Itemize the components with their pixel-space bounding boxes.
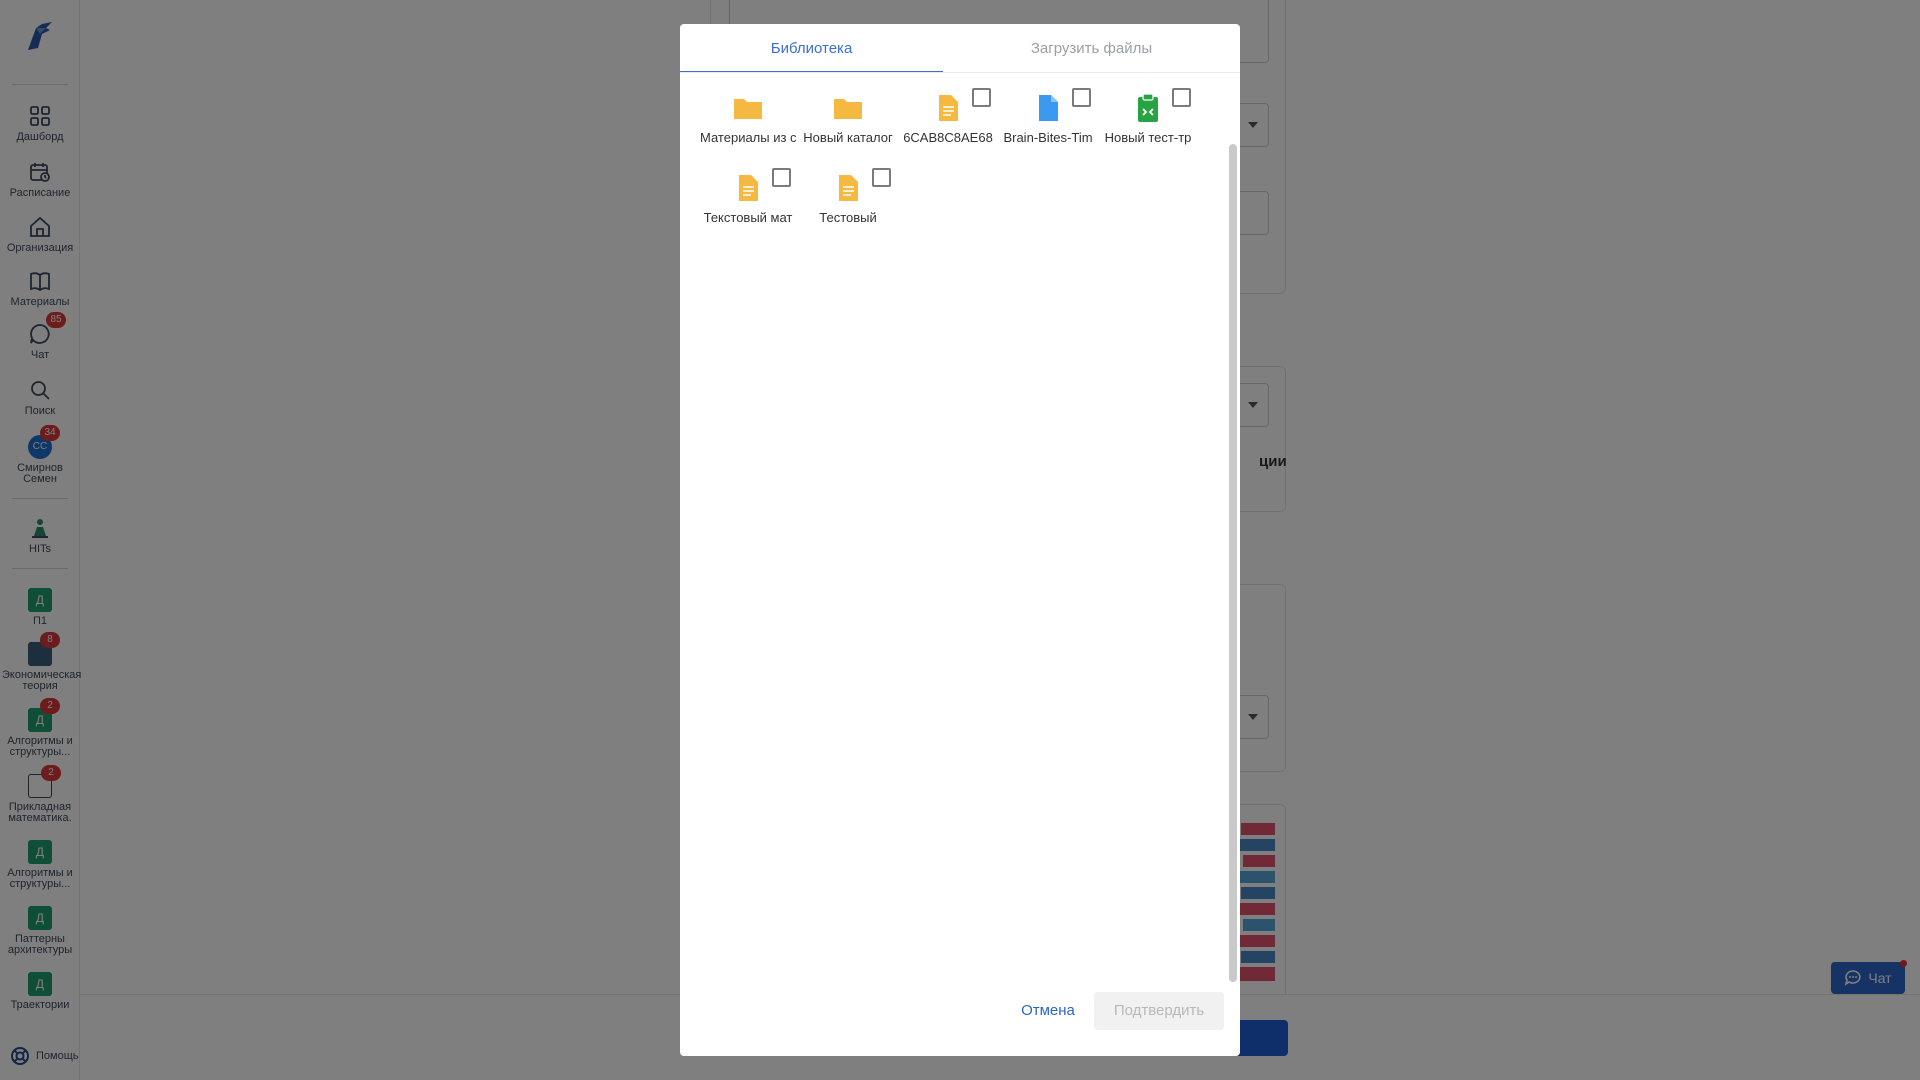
library-item[interactable]: Новый тест-тр — [1098, 88, 1198, 154]
tab-upload-files[interactable]: Загрузить файлы — [943, 24, 1240, 73]
library-item[interactable]: Новый каталог — [798, 88, 898, 154]
test-clipboard-icon — [1138, 93, 1158, 122]
item-label: Тестовый — [819, 210, 877, 225]
item-checkbox[interactable] — [872, 168, 891, 187]
library-item[interactable]: Тестовый — [798, 168, 898, 234]
cancel-button[interactable]: Отмена — [996, 992, 1100, 1030]
dialog-tabs: Библиотека Загрузить файлы — [680, 24, 1240, 73]
library-item[interactable]: Brain-Bites-Tim — [998, 88, 1098, 154]
item-label: Новый каталог — [803, 130, 893, 145]
confirm-button[interactable]: Подтвердить — [1094, 992, 1224, 1030]
text-document-icon — [939, 95, 958, 121]
item-label: Brain-Bites-Tim — [1003, 130, 1093, 145]
item-label: Материалы из с — [700, 130, 796, 145]
item-checkbox[interactable] — [772, 168, 791, 187]
folder-icon — [834, 99, 862, 119]
item-label: Новый тест-тр — [1104, 130, 1192, 145]
item-checkbox[interactable] — [1172, 88, 1191, 107]
library-item[interactable]: Материалы из с — [698, 88, 798, 154]
library-item[interactable]: Текстовый мат — [698, 168, 798, 234]
tab-library[interactable]: Библиотека — [680, 24, 943, 73]
library-item[interactable]: 6CAB8C8AE68 — [898, 88, 998, 154]
file-icon — [1039, 95, 1058, 121]
folder-icon — [734, 99, 762, 119]
scrollbar[interactable] — [1229, 144, 1237, 982]
text-document-icon — [839, 175, 858, 201]
tabs-divider — [680, 72, 1240, 73]
file-picker-dialog: Библиотека Загрузить файлы Материалы из … — [680, 24, 1240, 1056]
item-label: 6CAB8C8AE68 — [903, 130, 993, 145]
item-checkbox[interactable] — [1072, 88, 1091, 107]
text-document-icon — [739, 175, 758, 201]
item-label: Текстовый мат — [703, 210, 793, 225]
item-checkbox[interactable] — [972, 88, 991, 107]
